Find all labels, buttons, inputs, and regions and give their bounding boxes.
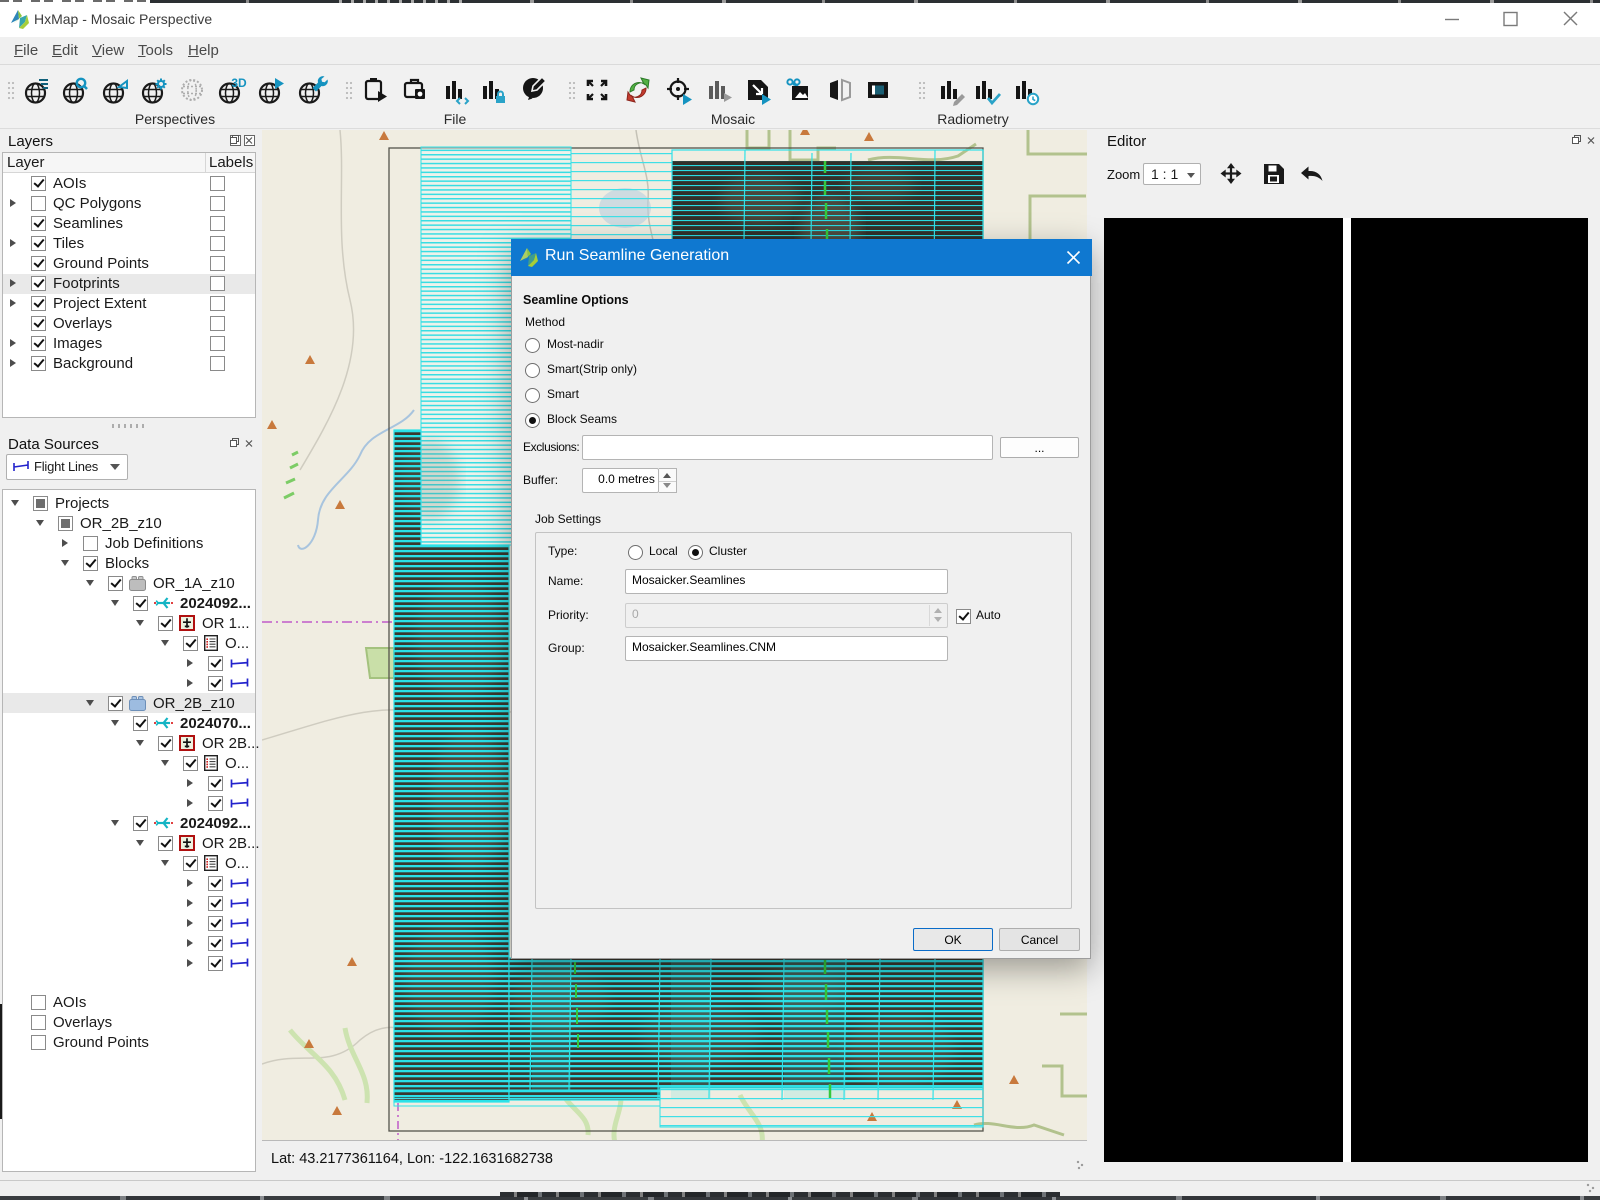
svg-text:3D: 3D (231, 76, 247, 90)
